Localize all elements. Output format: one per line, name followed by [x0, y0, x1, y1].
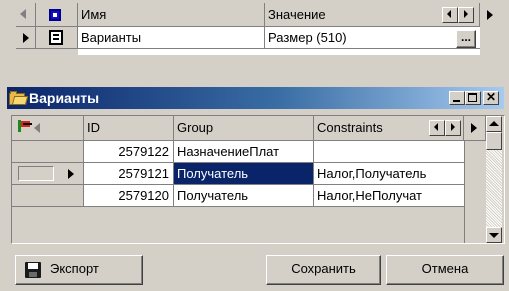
close-button[interactable]: ✕ [483, 91, 499, 105]
grid-gutter [464, 141, 486, 243]
window-title: Варианты [29, 90, 100, 106]
top-grid: Имя Значение Варианты Размер (510) ... [0, 0, 509, 80]
cell-id-2[interactable]: 2579121 [84, 163, 174, 185]
export-label: Экспорт [50, 261, 99, 276]
grid-corner [12, 116, 84, 141]
cell-id-3[interactable]: 2579120 [84, 185, 174, 207]
arrow-up-icon [489, 121, 499, 126]
cell-constraints-2[interactable]: Налог,Получатель [314, 163, 464, 185]
scroll-up-button[interactable] [486, 116, 502, 132]
header-scroll-left-button[interactable] [442, 7, 458, 23]
folder-icon [9, 91, 29, 105]
expand-right-icon [471, 123, 477, 133]
row-indicator-1[interactable] [12, 141, 84, 163]
maximize-icon [468, 93, 477, 102]
current-row-icon [68, 169, 74, 179]
row-indicator-3[interactable] [12, 185, 84, 207]
arrow-down-icon [489, 233, 499, 238]
filter-icon[interactable] [18, 120, 32, 132]
cell-id-1[interactable]: 2579122 [84, 141, 174, 163]
cell-group-2[interactable]: Получатель [174, 163, 314, 185]
columns-scroll-right-button[interactable] [445, 120, 461, 136]
vertical-scrollbar[interactable] [486, 116, 502, 243]
title-bar[interactable]: Варианты ✕ [7, 87, 504, 109]
close-icon: ✕ [485, 90, 497, 104]
maximize-button[interactable] [465, 91, 481, 105]
row-icon-cell [36, 27, 78, 49]
row-name[interactable]: Варианты [78, 27, 265, 49]
export-button[interactable]: Экспорт [15, 255, 143, 285]
cell-constraints-3[interactable]: Налог,НеПолучат [314, 185, 464, 207]
variants-window: Варианты ✕ ID Group Constraints 2579122 … [6, 84, 509, 291]
header-expand[interactable] [464, 116, 486, 141]
scroll-thumb[interactable] [486, 132, 502, 150]
variants-grid: ID Group Constraints 2579122 НазначениеП… [11, 115, 505, 244]
row-value[interactable]: Размер (510) [265, 27, 480, 49]
arrow-left-icon [434, 123, 438, 131]
header-scroll-right-button[interactable] [458, 7, 474, 23]
scroll-left-icon[interactable] [20, 9, 26, 19]
row-indicator[interactable] [16, 27, 36, 49]
ellipsis-button[interactable]: ... [456, 30, 476, 48]
arrow-right-icon [451, 123, 455, 131]
grid-select-icon[interactable] [49, 9, 61, 21]
top-grid-corner-icon [36, 3, 78, 27]
row-value-blank [78, 49, 480, 55]
floppy-disk-icon [25, 262, 41, 278]
column-header-id[interactable]: ID [84, 116, 174, 141]
cell-group-1[interactable]: НазначениеПлат [174, 141, 314, 163]
cell-constraints-1[interactable] [314, 141, 464, 163]
table-icon [49, 30, 63, 45]
row-indicator-frame [18, 166, 54, 181]
columns-scroll-left-button[interactable] [429, 120, 445, 136]
grid-empty-area [84, 207, 464, 243]
arrow-right-icon [464, 10, 468, 18]
arrow-left-icon [447, 10, 451, 18]
top-grid-corner-left [16, 3, 36, 27]
current-row-icon [23, 33, 29, 43]
cancel-button[interactable]: Отмена [386, 255, 504, 285]
row-indicator-2[interactable] [12, 163, 84, 185]
header-expand-arrow[interactable] [480, 3, 500, 27]
scroll-left-icon[interactable] [34, 123, 40, 133]
cell-group-3[interactable]: Получатель [174, 185, 314, 207]
column-header-group[interactable]: Group [174, 116, 314, 141]
header-name[interactable]: Имя [78, 3, 265, 27]
minimize-button[interactable] [449, 91, 465, 105]
scroll-down-button[interactable] [486, 227, 502, 243]
save-button[interactable]: Сохранить [266, 255, 381, 285]
expand-right-icon [487, 10, 493, 20]
minimize-icon [453, 100, 460, 102]
